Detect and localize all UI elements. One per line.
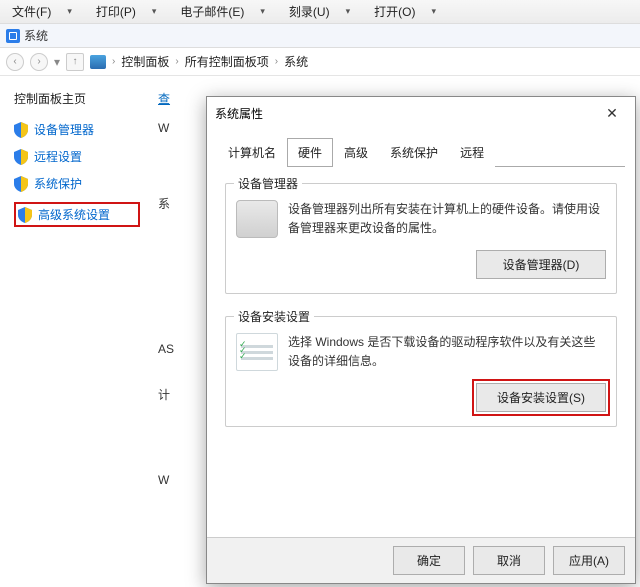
tab-page-hardware: 设备管理器 设备管理器列出所有安装在计算机上的硬件设备。请使用设备管理器来更改设… bbox=[207, 167, 635, 537]
tab-system-protect[interactable]: 系统保护 bbox=[379, 138, 449, 167]
tab-remote[interactable]: 远程 bbox=[449, 138, 495, 167]
sidebar-item-device-manager[interactable]: 设备管理器 bbox=[14, 121, 140, 138]
group-device-install: 设备安装设置 选择 Windows 是否下载设备的驱动程序软件以及有关这些设备的… bbox=[225, 316, 617, 427]
dialog-titlebar: 系统属性 ✕ bbox=[207, 97, 635, 129]
chevron-down-icon: ▾ bbox=[425, 4, 442, 19]
shield-icon bbox=[14, 122, 28, 138]
menu-burn[interactable]: 刻录(U) bbox=[283, 1, 336, 22]
tab-computer-name[interactable]: 计算机名 bbox=[217, 138, 287, 167]
shield-icon bbox=[14, 176, 28, 192]
system-properties-dialog: 系统属性 ✕ 计算机名 硬件 高级 系统保护 远程 设备管理器 设备管理器列出所… bbox=[206, 96, 636, 584]
nav-back-button[interactable]: ‹ bbox=[6, 53, 24, 71]
dialog-footer: 确定 取消 应用(A) bbox=[207, 537, 635, 583]
cancel-button[interactable]: 取消 bbox=[473, 546, 545, 575]
menu-file[interactable]: 文件(F) bbox=[6, 1, 57, 22]
device-manager-icon bbox=[236, 200, 278, 238]
address-bar: 系统 bbox=[0, 24, 640, 48]
dialog-tabs: 计算机名 硬件 高级 系统保护 远程 bbox=[207, 129, 635, 166]
chevron-down-icon: ▾ bbox=[254, 4, 271, 19]
chevron-down-icon: ▾ bbox=[61, 4, 78, 19]
nav-recent-button[interactable]: ▾ bbox=[54, 55, 60, 69]
dialog-title: 系统属性 bbox=[215, 105, 263, 122]
sidebar-item-advanced-settings[interactable]: 高级系统设置 bbox=[14, 202, 140, 227]
nav-forward-button[interactable]: › bbox=[30, 53, 48, 71]
apply-button[interactable]: 应用(A) bbox=[553, 546, 625, 575]
close-button[interactable]: ✕ bbox=[597, 103, 627, 123]
shield-icon bbox=[14, 149, 28, 165]
menubar: 文件(F) ▾ 打印(P) ▾ 电子邮件(E) ▾ 刻录(U) ▾ 打开(O) ▾ bbox=[0, 0, 640, 24]
sidebar-item-label: 高级系统设置 bbox=[38, 206, 110, 223]
chevron-right-icon: › bbox=[175, 56, 178, 67]
install-settings-icon bbox=[236, 333, 278, 371]
sidebar-item-protection[interactable]: 系统保护 bbox=[14, 175, 140, 192]
sidebar-item-label: 系统保护 bbox=[34, 175, 82, 192]
chevron-down-icon: ▾ bbox=[340, 4, 357, 19]
device-manager-button[interactable]: 设备管理器(D) bbox=[476, 250, 606, 279]
sidebar-item-label: 远程设置 bbox=[34, 148, 82, 165]
menu-print[interactable]: 打印(P) bbox=[90, 1, 142, 22]
sidebar-item-label: 设备管理器 bbox=[34, 121, 94, 138]
crumb-system[interactable]: 系统 bbox=[284, 53, 308, 70]
install-settings-desc: 选择 Windows 是否下载设备的驱动程序软件以及有关这些设备的详细信息。 bbox=[288, 333, 606, 370]
tab-advanced[interactable]: 高级 bbox=[333, 138, 379, 167]
sidebar-home[interactable]: 控制面板主页 bbox=[14, 90, 140, 107]
device-manager-desc: 设备管理器列出所有安装在计算机上的硬件设备。请使用设备管理器来更改设备的属性。 bbox=[288, 200, 606, 237]
group-device-manager: 设备管理器 设备管理器列出所有安装在计算机上的硬件设备。请使用设备管理器来更改设… bbox=[225, 183, 617, 294]
sidebar-item-remote[interactable]: 远程设置 bbox=[14, 148, 140, 165]
chevron-right-icon: › bbox=[112, 56, 115, 67]
computer-icon bbox=[90, 55, 106, 69]
device-install-settings-button[interactable]: 设备安装设置(S) bbox=[476, 383, 606, 412]
shield-icon bbox=[18, 207, 32, 223]
group-legend: 设备管理器 bbox=[234, 175, 302, 192]
breadcrumb: ‹ › ▾ ↑ › 控制面板 › 所有控制面板项 › 系统 bbox=[0, 48, 640, 76]
chevron-right-icon: › bbox=[275, 56, 278, 67]
crumb-all-items[interactable]: 所有控制面板项 bbox=[185, 53, 269, 70]
address-label: 系统 bbox=[24, 27, 48, 44]
nav-up-button[interactable]: ↑ bbox=[66, 53, 84, 71]
crumb-control-panel[interactable]: 控制面板 bbox=[121, 53, 169, 70]
menu-email[interactable]: 电子邮件(E) bbox=[174, 1, 250, 22]
chevron-down-icon: ▾ bbox=[146, 4, 163, 19]
menu-open[interactable]: 打开(O) bbox=[368, 1, 421, 22]
ok-button[interactable]: 确定 bbox=[393, 546, 465, 575]
tab-hardware[interactable]: 硬件 bbox=[287, 138, 333, 167]
group-legend: 设备安装设置 bbox=[234, 308, 314, 325]
system-icon bbox=[6, 29, 20, 43]
sidebar: 控制面板主页 设备管理器 远程设置 系统保护 高级系统设置 bbox=[0, 76, 150, 587]
